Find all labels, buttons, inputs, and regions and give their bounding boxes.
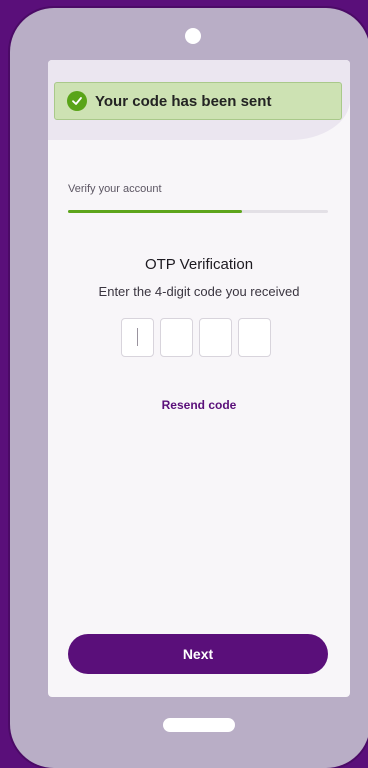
resend-code-link[interactable]: Resend code — [48, 398, 350, 412]
progress-bar — [68, 210, 328, 213]
check-circle-icon — [67, 91, 87, 111]
next-button[interactable]: Next — [68, 634, 328, 674]
otp-digit-3[interactable] — [199, 318, 232, 357]
success-toast: Your code has been sent — [54, 82, 342, 120]
camera-dot — [185, 28, 201, 44]
progress-label: Verify your account — [68, 183, 162, 195]
otp-digit-4[interactable] — [238, 318, 271, 357]
page-instruction: Enter the 4-digit code you received — [98, 284, 300, 299]
app-screen: Your code has been sent Verify your acco… — [48, 60, 350, 697]
toast-message: Your code has been sent — [95, 92, 272, 110]
otp-input-group — [121, 318, 271, 357]
page-title: OTP Verification — [144, 256, 254, 273]
text-cursor — [137, 328, 138, 346]
phone-frame: Your code has been sent Verify your acco… — [10, 8, 368, 768]
otp-digit-2[interactable] — [160, 318, 193, 357]
home-indicator — [163, 718, 235, 732]
progress-bar-fill — [68, 210, 243, 213]
